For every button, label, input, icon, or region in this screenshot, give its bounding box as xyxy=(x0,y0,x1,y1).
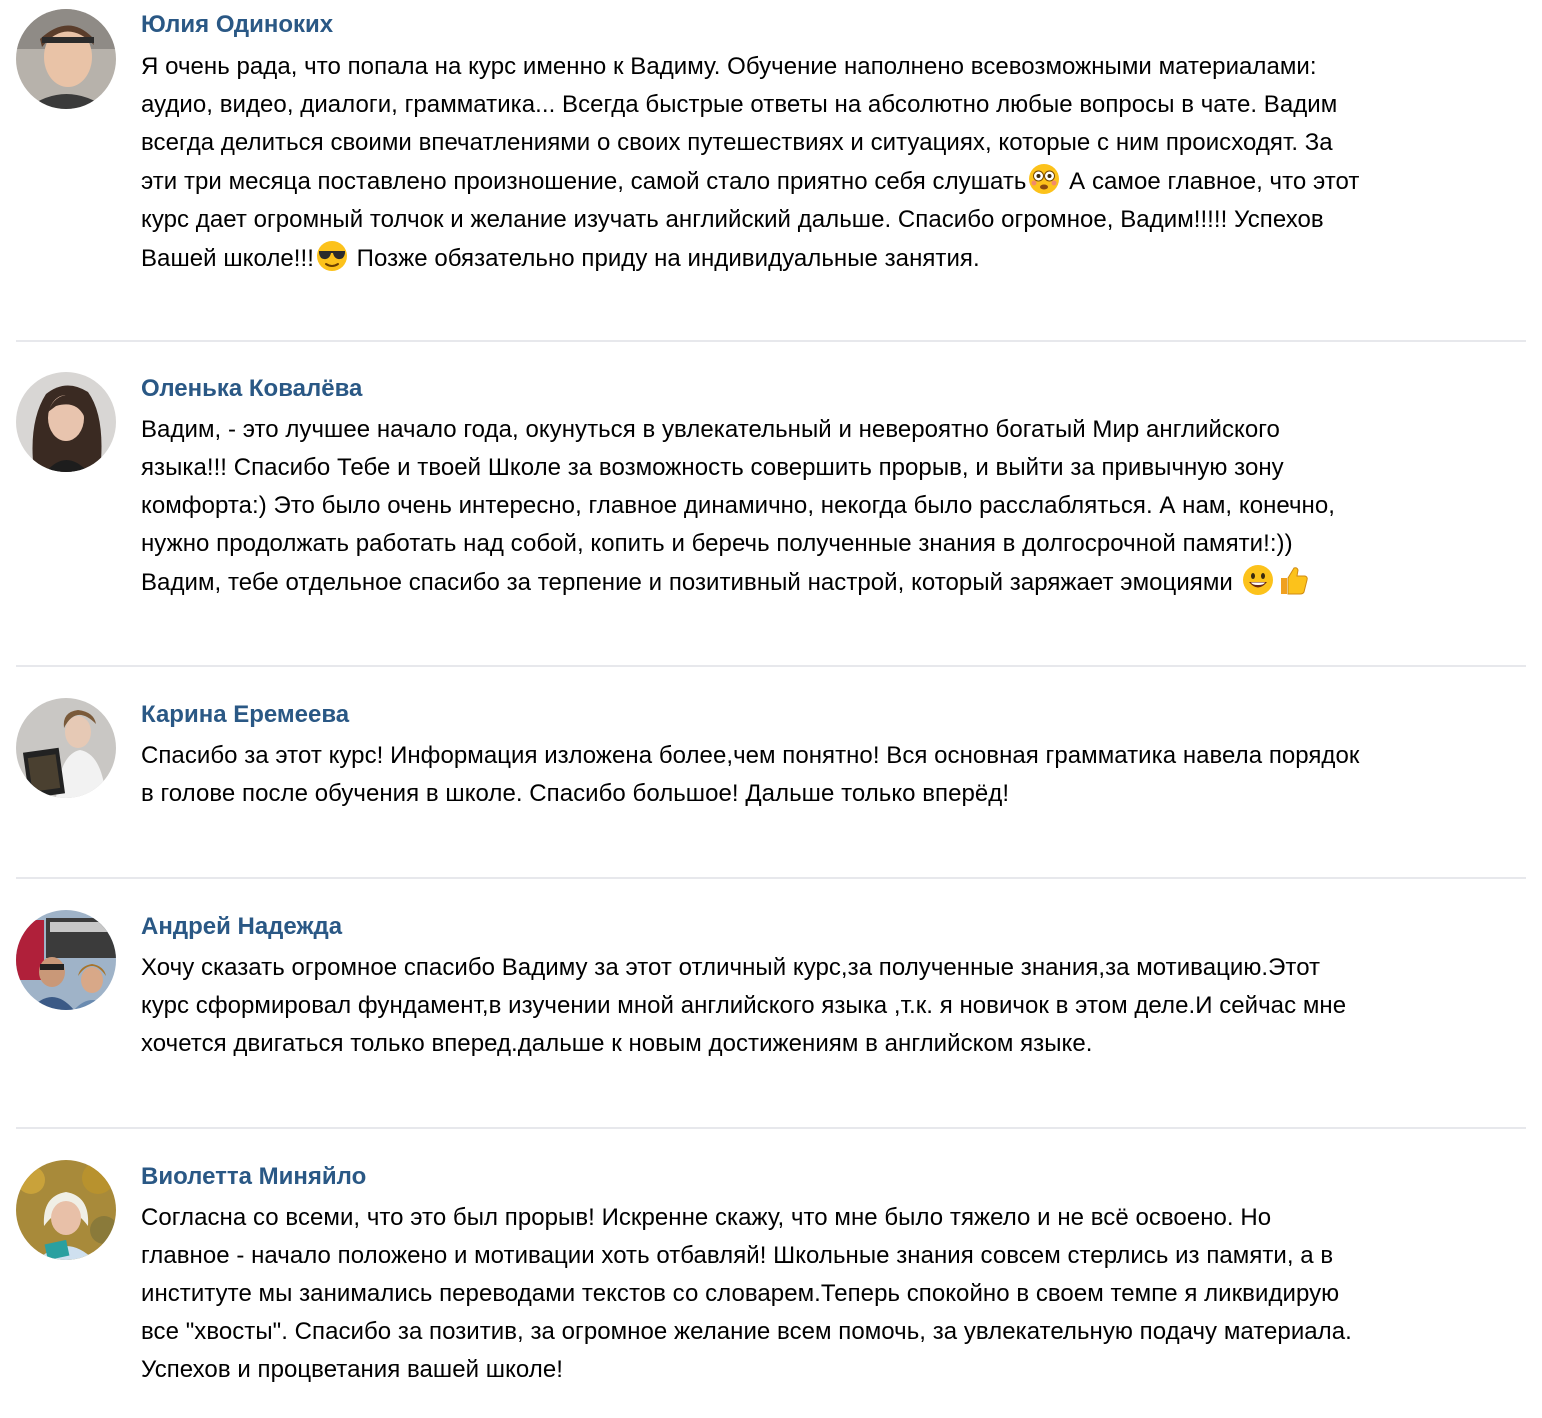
text-line-with-emoji: Вашей школе!!! Позже обязательно приду н… xyxy=(141,239,1536,278)
thumbs-up-emoji xyxy=(1280,567,1308,595)
text-segment: Вадим, тебе отдельное спасибо за терпени… xyxy=(141,569,1240,596)
text-segment: А самое главное, что этот xyxy=(1062,168,1360,195)
text-line: хочется двигаться только вперед.дальше к… xyxy=(141,1030,1093,1057)
text-line: Вадим, - это лучшее начало года, окунуть… xyxy=(141,416,1280,443)
comment-text: Хочу сказать огромное спасибо Вадиму за … xyxy=(141,949,1536,1063)
text-segment: эти три месяца поставлено произношение, … xyxy=(141,168,1027,195)
comment-author[interactable]: Карина Еремеева xyxy=(141,700,349,730)
comment-text: Вадим, - это лучшее начало года, окунуть… xyxy=(141,411,1536,602)
text-line: нужно продолжать работать над собой, коп… xyxy=(141,530,1293,557)
grinning-face-emoji xyxy=(1242,565,1273,595)
flushed-face-emoji xyxy=(1029,164,1060,194)
divider xyxy=(16,340,1526,342)
text-line: Согласна со всеми, что это был прорыв! И… xyxy=(141,1204,1272,1231)
text-line: Успехов и процветания вашей школе! xyxy=(141,1356,563,1383)
text-line: Я очень рада, что попала на курс именно … xyxy=(141,53,1317,80)
text-line: курс дает огромный толчок и желание изуч… xyxy=(141,206,1324,233)
text-line: языка!!! Спасибо Тебе и твоей Школе за в… xyxy=(141,454,1284,481)
text-line: Спасибо за этот курс! Информация изложен… xyxy=(141,742,1360,769)
divider xyxy=(16,877,1526,879)
avatar[interactable] xyxy=(16,1160,116,1260)
text-segment: Позже обязательно приду на индивидуальны… xyxy=(349,245,980,272)
text-line: главное - начало положено и мотивации хо… xyxy=(141,1242,1334,1269)
text-line: институте мы занимались переводами текст… xyxy=(141,1280,1340,1307)
comment-author[interactable]: Оленька Ковалёва xyxy=(141,374,362,404)
comment-author[interactable]: Виолетта Миняйло xyxy=(141,1162,366,1192)
comment-text: Спасибо за этот курс! Информация изложен… xyxy=(141,737,1536,813)
text-line: курс сформировал фундамент,в изучении мн… xyxy=(141,992,1347,1019)
text-line: в голове после обучения в школе. Спасибо… xyxy=(141,780,1010,807)
text-line-with-emoji: эти три месяца поставлено произношение, … xyxy=(141,162,1536,201)
avatar[interactable] xyxy=(16,910,116,1010)
comment-text: Я очень рада, что попала на курс именно … xyxy=(141,48,1536,278)
avatar[interactable] xyxy=(16,9,116,109)
comment-author[interactable]: Юлия Одиноких xyxy=(141,10,333,40)
text-line: всегда делиться своими впечатлениями о с… xyxy=(141,129,1333,156)
text-segment: Вашей школе!!! xyxy=(141,245,314,272)
comment-author[interactable]: Андрей Надежда xyxy=(141,912,342,942)
text-line-with-emoji: Вадим, тебе отдельное спасибо за терпени… xyxy=(141,563,1536,602)
text-line: аудио, видео, диалоги, грамматика... Все… xyxy=(141,91,1338,118)
comment-text: Согласна со всеми, что это был прорыв! И… xyxy=(141,1199,1536,1389)
text-line: Хочу сказать огромное спасибо Вадиму за … xyxy=(141,954,1321,981)
text-line: комфорта:) Это было очень интересно, гла… xyxy=(141,492,1335,519)
avatar[interactable] xyxy=(16,698,116,798)
avatar[interactable] xyxy=(16,372,116,472)
text-line: все "хвосты". Спасибо за позитив, за огр… xyxy=(141,1318,1352,1345)
sunglasses-face-emoji xyxy=(316,241,347,271)
divider xyxy=(16,665,1526,667)
divider xyxy=(16,1127,1526,1129)
